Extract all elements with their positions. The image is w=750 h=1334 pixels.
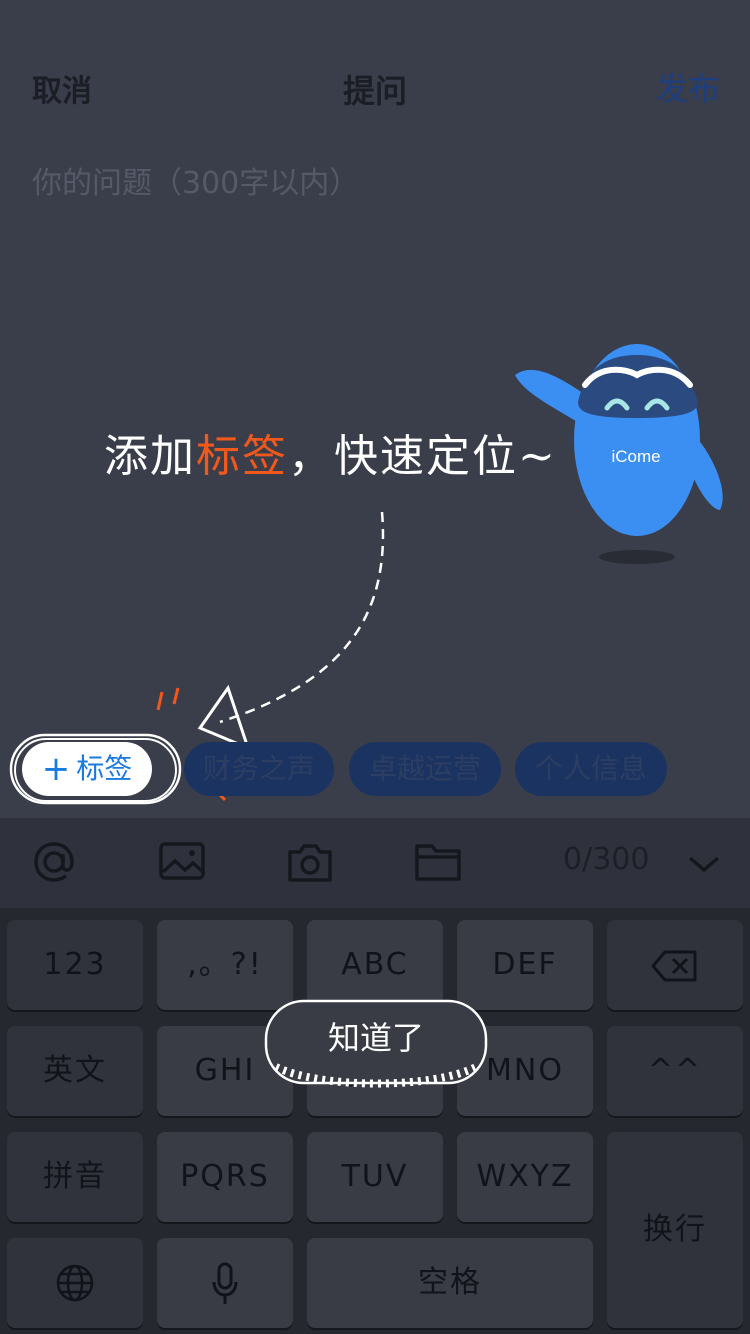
- editor-toolbar: 0/300: [0, 818, 750, 908]
- tag-chip[interactable]: 个人信息: [515, 742, 667, 796]
- mascot-robot: iCome: [515, 344, 723, 564]
- tag-chip[interactable]: 卓越运营: [349, 742, 501, 796]
- key-mic[interactable]: [157, 1238, 293, 1328]
- key-globe[interactable]: [7, 1238, 143, 1328]
- image-icon[interactable]: [158, 838, 206, 886]
- key-enter[interactable]: 换行: [607, 1132, 743, 1328]
- key-tuv[interactable]: TUV: [307, 1132, 443, 1222]
- key-pqrs[interactable]: PQRS: [157, 1132, 293, 1222]
- tag-chip[interactable]: 财务之声: [184, 742, 334, 796]
- got-it-label: 知道了: [328, 1019, 424, 1057]
- mascot-label: iCome: [611, 447, 660, 466]
- char-counter: 0/300: [563, 842, 650, 877]
- key-pinyin[interactable]: 拼音: [7, 1132, 143, 1222]
- at-icon[interactable]: [30, 838, 78, 886]
- folder-icon[interactable]: [414, 838, 462, 886]
- key-space[interactable]: 空格: [307, 1238, 593, 1328]
- highlight-ring: [9, 733, 182, 805]
- chevron-down-icon[interactable]: [688, 854, 720, 874]
- key-english[interactable]: 英文: [7, 1026, 143, 1116]
- page-title: 提问: [342, 72, 407, 110]
- backspace-icon: [651, 950, 697, 982]
- backspace-key[interactable]: [607, 920, 743, 1010]
- key-emoji[interactable]: ^^: [607, 1026, 743, 1116]
- question-input[interactable]: 你的问题（300字以内）: [32, 158, 359, 202]
- camera-icon[interactable]: [286, 838, 334, 886]
- microphone-icon: [212, 1262, 238, 1304]
- key-123[interactable]: 123: [7, 920, 143, 1010]
- globe-icon: [56, 1264, 94, 1302]
- guide-text-part1: 添加: [104, 431, 196, 482]
- publish-button[interactable]: 发布: [656, 64, 720, 110]
- nav-bar: 取消 提问 发布: [0, 40, 750, 130]
- keyboard: 123 ,。?! ABC DEF 英文 GHI JKL MNO ^^ 拼音 PQ…: [0, 908, 750, 1334]
- guide-text-highlight: 标签: [196, 431, 288, 482]
- key-wxyz[interactable]: WXYZ: [457, 1132, 593, 1222]
- guide-text: 添加标签，快速定位~: [104, 420, 557, 484]
- got-it-button[interactable]: 知道了: [262, 997, 490, 1089]
